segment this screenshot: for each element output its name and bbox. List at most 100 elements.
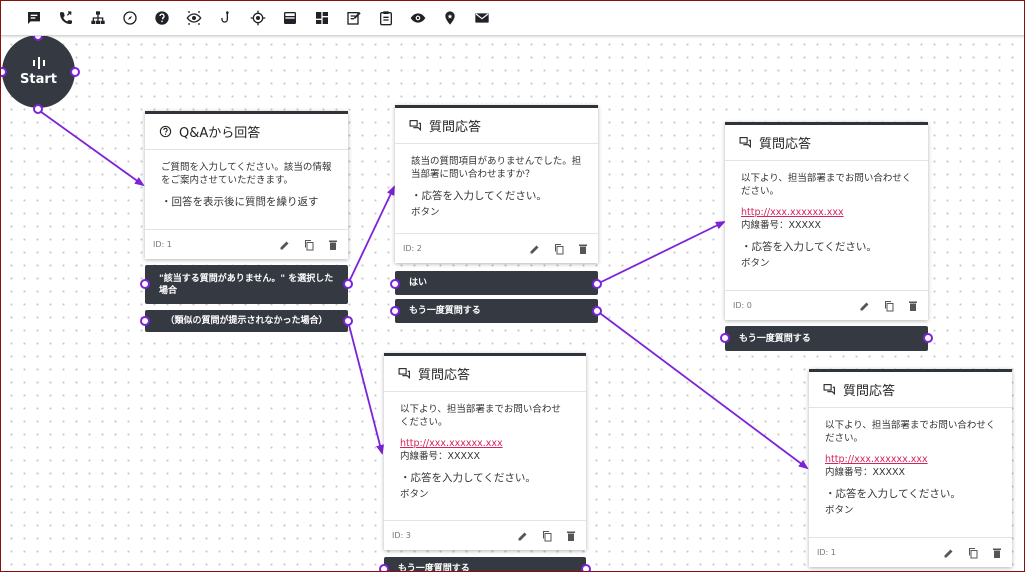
start-port-bottom[interactable] bbox=[33, 104, 43, 114]
dashboard-icon[interactable] bbox=[311, 7, 333, 29]
delete-icon[interactable] bbox=[576, 242, 590, 256]
card-message: 以下より、担当部署までお問い合わせください。 bbox=[741, 173, 912, 197]
branch-port-left[interactable] bbox=[140, 279, 150, 289]
response-card[interactable]: 質問応答 以下より、担当部署までお問い合わせください。 http://xxx.x… bbox=[725, 122, 928, 320]
branch-label: （類似の質問が提示されなかった場合） bbox=[165, 316, 328, 326]
toolbar bbox=[1, 1, 1024, 36]
card-id: ID: 2 bbox=[403, 244, 422, 253]
forum-icon bbox=[398, 368, 410, 380]
card-message: ご質問を入力してください。該当の情報をご案内させていただきます。 bbox=[161, 162, 332, 186]
response-card[interactable]: 質問応答 該当の質問項目がありませんでした。担当部署に問い合わせますか？ ・応答… bbox=[395, 105, 598, 263]
card-message: 該当の質問項目がありませんでした。担当部署に問い合わせますか？ bbox=[411, 156, 582, 180]
card-sub: ボタン bbox=[400, 488, 429, 500]
phone-forward-icon[interactable] bbox=[55, 7, 77, 29]
contact-link[interactable]: http://xxx.xxxxxx.xxx bbox=[741, 207, 844, 218]
contact-link[interactable]: http://xxx.xxxxxx.xxx bbox=[825, 454, 928, 465]
card-title: 質問応答 bbox=[843, 384, 896, 399]
branch-retry[interactable]: もう一度質問する bbox=[725, 326, 928, 351]
branch-port-left[interactable] bbox=[379, 564, 389, 571]
clipboard-icon[interactable] bbox=[375, 7, 397, 29]
branch-port-right[interactable] bbox=[592, 279, 602, 289]
hook-icon[interactable] bbox=[215, 7, 237, 29]
branch-port-right[interactable] bbox=[923, 333, 933, 343]
crosshair-icon[interactable] bbox=[247, 7, 269, 29]
response-card[interactable]: 質問応答 以下より、担当部署までお問い合わせください。 http://xxx.x… bbox=[384, 353, 586, 550]
card-id: ID: 1 bbox=[817, 548, 836, 557]
branch-retry[interactable]: もう一度質問する bbox=[384, 557, 586, 572]
eye-scan-icon[interactable] bbox=[183, 7, 205, 29]
edit-icon[interactable] bbox=[528, 242, 542, 256]
card-title: 質問応答 bbox=[759, 137, 812, 152]
edit-icon[interactable] bbox=[278, 238, 292, 252]
card-id: ID: 3 bbox=[392, 531, 411, 540]
edit-icon[interactable] bbox=[516, 529, 530, 543]
card-sub: ボタン bbox=[741, 257, 770, 269]
edit-icon[interactable] bbox=[942, 546, 956, 560]
copy-icon[interactable] bbox=[882, 299, 896, 313]
sitemap-icon[interactable] bbox=[87, 7, 109, 29]
card-option: ・回答を表示後に質問を繰り返す bbox=[161, 196, 319, 208]
start-label: Start bbox=[20, 71, 57, 87]
help-outline-icon bbox=[159, 125, 172, 138]
branch-label: もう一度質問する bbox=[739, 333, 811, 344]
extension-number: 内線番号：XXXXX bbox=[741, 219, 822, 231]
card-option: ・応答を入力してください。 bbox=[400, 472, 536, 484]
mail-icon[interactable] bbox=[471, 7, 493, 29]
branch-port-right[interactable] bbox=[343, 279, 353, 289]
branch-port-right[interactable] bbox=[343, 316, 353, 326]
card-title: 質問応答 bbox=[418, 368, 471, 383]
copy-icon[interactable] bbox=[552, 242, 566, 256]
branch-not-found[interactable]: "該当する質問がありません。" を選択した場合 bbox=[145, 265, 348, 304]
delete-icon[interactable] bbox=[906, 299, 920, 313]
card-id: ID: 0 bbox=[733, 301, 752, 310]
branch-port-left[interactable] bbox=[390, 306, 400, 316]
app-frame: Start Q&Aから回答 ご質問を入力してください。該当の情報をご案内させてい… bbox=[0, 0, 1025, 572]
branch-port-left[interactable] bbox=[720, 333, 730, 343]
branch-yes[interactable]: はい bbox=[395, 271, 598, 295]
equalizer-icon bbox=[32, 56, 45, 69]
compass-icon[interactable] bbox=[119, 7, 141, 29]
qa-card[interactable]: Q&Aから回答 ご質問を入力してください。該当の情報をご案内させていただきます。… bbox=[145, 111, 348, 259]
contact-link[interactable]: http://xxx.xxxxxx.xxx bbox=[400, 438, 503, 449]
start-node[interactable]: Start bbox=[2, 35, 75, 108]
branch-label: はい bbox=[409, 278, 428, 288]
card-option: ・応答を入力してください。 bbox=[825, 488, 961, 500]
branch-port-right[interactable] bbox=[592, 306, 602, 316]
branch-retry[interactable]: もう一度質問する bbox=[395, 299, 598, 323]
branch-port-left[interactable] bbox=[390, 279, 400, 289]
branch-label: "該当する質問がありません。" を選択した場合 bbox=[159, 273, 334, 296]
card-title: 質問応答 bbox=[429, 120, 482, 135]
card-sub: ボタン bbox=[411, 206, 440, 218]
delete-icon[interactable] bbox=[326, 238, 340, 252]
card-sub: ボタン bbox=[825, 504, 854, 516]
start-port-right[interactable] bbox=[70, 67, 80, 77]
card-message: 以下より、担当部署までお問い合わせください。 bbox=[400, 404, 561, 428]
branch-label: もう一度質問する bbox=[409, 306, 481, 316]
branch-port-right[interactable] bbox=[581, 564, 591, 571]
help-icon[interactable] bbox=[151, 7, 173, 29]
card-title: Q&Aから回答 bbox=[179, 126, 261, 141]
inbox-icon[interactable] bbox=[279, 7, 301, 29]
copy-icon[interactable] bbox=[966, 546, 980, 560]
note-edit-icon[interactable] bbox=[343, 7, 365, 29]
card-message: 以下より、担当部署までお問い合わせください。 bbox=[825, 420, 996, 444]
delete-icon[interactable] bbox=[990, 546, 1004, 560]
extension-number: 内線番号：XXXXX bbox=[825, 466, 906, 478]
branch-port-left[interactable] bbox=[140, 316, 150, 326]
copy-icon[interactable] bbox=[302, 238, 316, 252]
forum-icon bbox=[823, 384, 835, 396]
delete-icon[interactable] bbox=[564, 529, 578, 543]
place-icon[interactable] bbox=[439, 7, 461, 29]
card-option: ・応答を入力してください。 bbox=[741, 241, 877, 253]
response-card[interactable]: 質問応答 以下より、担当部署までお問い合わせください。 http://xxx.x… bbox=[809, 369, 1012, 567]
branch-label: もう一度質問する bbox=[398, 564, 470, 572]
forum-icon bbox=[409, 120, 421, 132]
message-icon[interactable] bbox=[23, 7, 45, 29]
card-option: ・応答を入力してください。 bbox=[411, 190, 547, 202]
copy-icon[interactable] bbox=[540, 529, 554, 543]
eye-icon[interactable] bbox=[407, 7, 429, 29]
card-id: ID: 1 bbox=[153, 240, 172, 249]
branch-no-similar[interactable]: （類似の質問が提示されなかった場合） bbox=[145, 310, 348, 332]
forum-icon bbox=[739, 137, 751, 149]
edit-icon[interactable] bbox=[858, 299, 872, 313]
